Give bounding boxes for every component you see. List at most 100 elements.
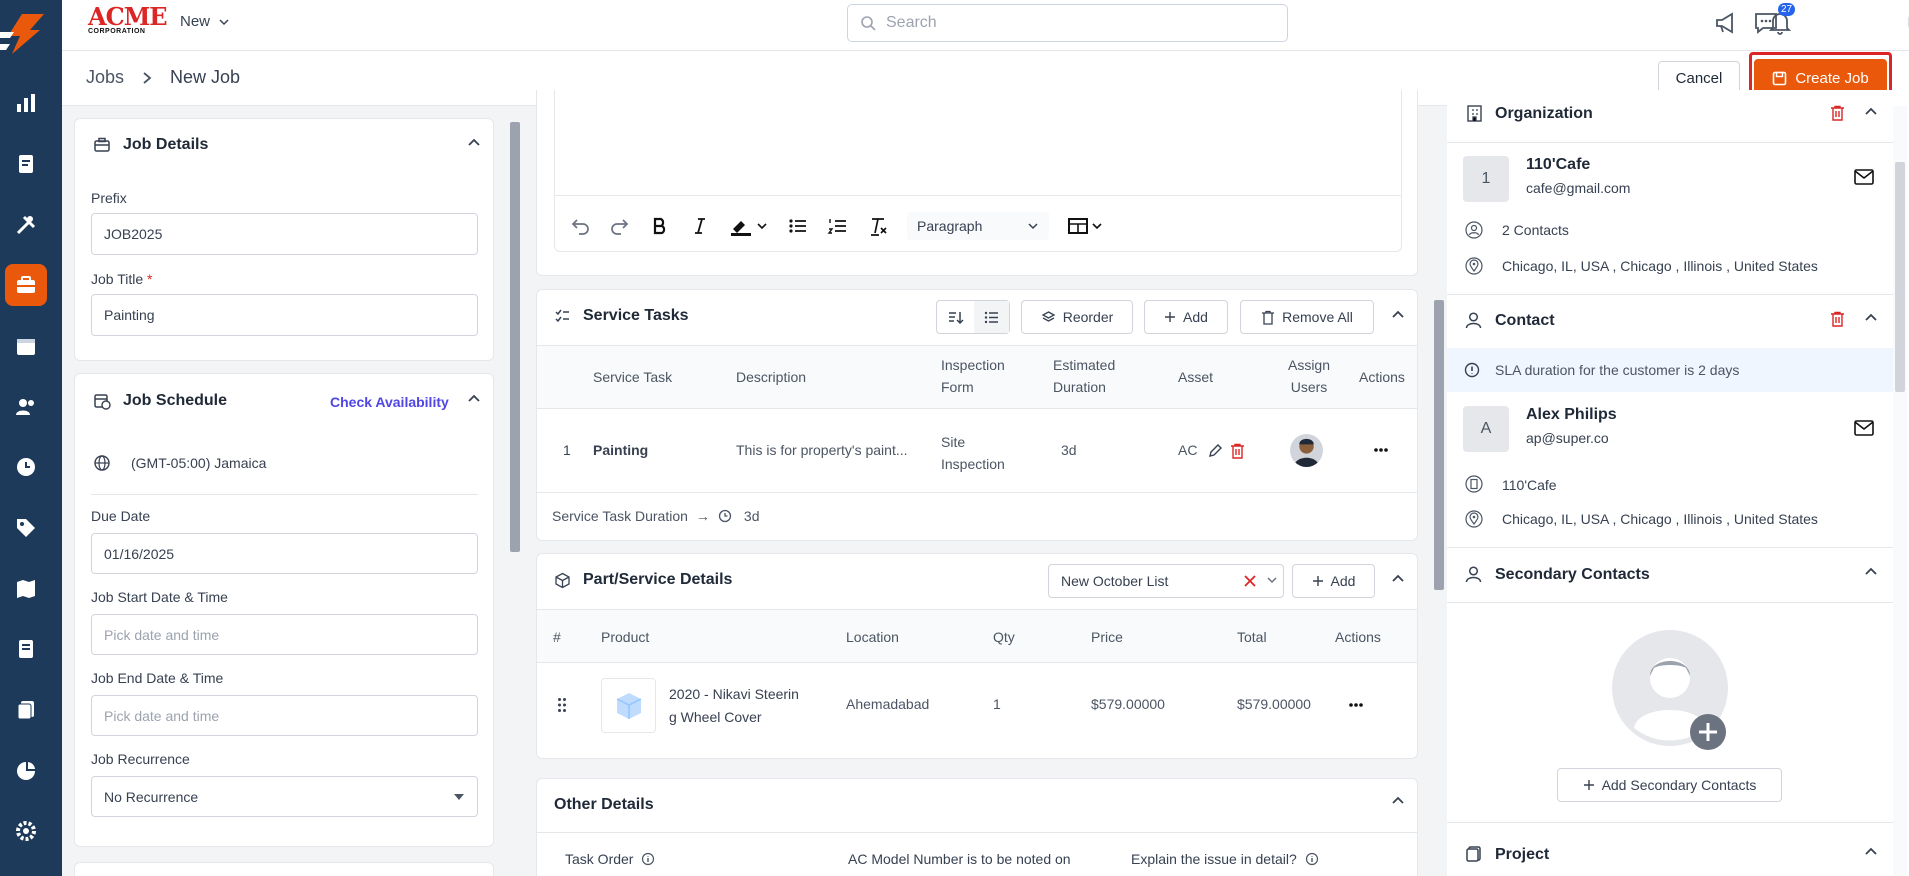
paragraph-style-select[interactable]: Paragraph [907,212,1049,240]
bullet-list-icon[interactable] [787,215,809,237]
new-menu[interactable]: New [180,13,230,30]
tag-icon[interactable] [5,507,47,549]
collapse-chevron-icon[interactable] [1390,793,1406,809]
invoice-icon[interactable] [5,628,47,670]
table-row[interactable]: 1 Painting This is for property's paint.… [537,409,1417,493]
quotes-icon[interactable] [5,143,47,185]
drag-handle-icon[interactable] [557,697,567,713]
job-title-field[interactable]: Painting [91,294,478,336]
explain-issue-label: Explain the issue in detail? [1131,851,1319,867]
right-scrollbar-thumb[interactable] [1895,162,1905,392]
collapse-chevron-icon[interactable] [1390,571,1406,587]
add-secondary-contacts-button[interactable]: Add Secondary Contacts [1557,768,1782,802]
right-panel: Organization 1 110'Cafe cafe@gmail.com 2… [1447,90,1909,876]
info-icon[interactable] [1305,852,1319,866]
collapse-chevron-icon[interactable] [1863,104,1879,120]
numbered-list-icon[interactable] [827,215,849,237]
job-schedule-title: Job Schedule [123,392,228,409]
briefcase-icon [94,137,110,152]
more-actions-icon[interactable] [1348,702,1364,708]
calendar-icon[interactable] [5,325,47,367]
collapse-chevron-icon[interactable] [1863,844,1879,860]
left-nav-rail [0,0,62,876]
collapse-chevron-icon[interactable] [466,135,482,151]
italic-icon[interactable] [689,215,711,237]
clear-format-icon[interactable] [867,215,889,237]
map-icon[interactable] [5,568,47,610]
mail-icon[interactable] [1854,420,1874,436]
info-icon[interactable] [641,852,655,866]
collapse-chevron-icon[interactable] [1390,307,1406,323]
prefix-field[interactable]: JOB2025 [91,213,478,255]
collapse-chevron-icon[interactable] [1863,564,1879,580]
contact-avatar: A [1463,406,1509,452]
chevron-down-icon [219,18,229,25]
next-card-edge [74,862,494,876]
list-view-button[interactable] [973,301,1009,333]
clear-icon[interactable] [1244,575,1256,587]
more-actions-icon[interactable] [1373,447,1389,453]
redo-icon[interactable] [609,215,631,237]
product-thumbnail [601,678,656,733]
delete-icon[interactable] [1830,105,1845,121]
megaphone-icon[interactable] [1713,10,1739,36]
part-service-title: Part/Service Details [583,571,733,588]
project-icon [1466,846,1481,862]
timezone-value[interactable]: (GMT-05:00) Jamaica [131,455,266,471]
editor-area[interactable]: Paragraph [554,90,1402,252]
customers-icon[interactable] [5,386,47,428]
mail-icon[interactable] [1854,169,1874,185]
delete-icon[interactable] [1830,311,1845,327]
reorder-button[interactable]: Reorder [1021,300,1133,334]
contact-name[interactable]: Alex Philips [1526,406,1617,424]
add-part-button[interactable]: Add [1292,564,1375,598]
documents-icon[interactable] [5,689,47,731]
sort-view-button[interactable] [937,301,974,333]
app-logo-icon[interactable] [0,10,50,56]
contacts-count[interactable]: 2 Contacts [1502,222,1569,238]
search-input[interactable]: Search [847,4,1288,42]
clock-icon [718,509,732,523]
breadcrumb-current: New Job [170,67,241,87]
table-row[interactable]: 2020 - Nikavi Steerin g Wheel Cover Ahema… [537,663,1417,749]
secondary-contacts-title: Secondary Contacts [1495,566,1650,583]
table-insert-icon[interactable] [1067,215,1105,237]
breadcrumb-jobs[interactable]: Jobs [86,67,124,88]
brand-logo[interactable]: ACME CORPORATION [88,5,168,38]
remove-all-button[interactable]: Remove All [1240,300,1374,334]
undo-icon[interactable] [569,215,591,237]
edit-icon[interactable] [1208,443,1223,458]
delete-icon[interactable] [1230,443,1245,459]
middle-scrollbar-thumb[interactable] [1434,300,1444,590]
view-toggle [936,300,1010,334]
job-start-label: Job Start Date & Time [91,589,228,605]
organization-name[interactable]: 110'Cafe [1526,156,1590,174]
job-recurrence-select[interactable]: No Recurrence [91,776,478,817]
price-list-select[interactable]: New October List [1048,564,1284,598]
job-end-field[interactable]: Pick date and time [91,695,478,736]
collapse-chevron-icon[interactable] [466,391,482,407]
add-task-button[interactable]: Add [1144,300,1228,334]
jobs-icon[interactable] [5,264,47,306]
left-scrollbar-thumb[interactable] [510,122,520,552]
ac-model-label: AC Model Number is to be noted on [848,851,1071,867]
bold-icon[interactable] [649,215,671,237]
col-service-task: Service Task [593,369,673,385]
highlight-color-icon[interactable] [729,215,769,237]
assigned-user-avatar[interactable] [1290,434,1323,467]
chevron-right-icon [143,71,152,84]
alert-icon [1464,362,1480,378]
tools-icon[interactable] [5,204,47,246]
settings-icon[interactable] [5,810,47,852]
time-icon[interactable] [5,446,47,488]
due-date-field[interactable]: 01/16/2025 [91,533,478,574]
collapse-chevron-icon[interactable] [1863,310,1879,326]
empty-contact-illustration-icon [1612,630,1728,750]
dashboard-icon[interactable] [5,82,47,124]
save-icon [1773,71,1787,85]
job-start-field[interactable]: Pick date and time [91,614,478,655]
building-icon [1467,105,1482,122]
product-name: 2020 - Nikavi Steerin g Wheel Cover [669,686,799,725]
reports-icon[interactable] [5,750,47,792]
check-availability-link[interactable]: Check Availability [330,394,449,410]
